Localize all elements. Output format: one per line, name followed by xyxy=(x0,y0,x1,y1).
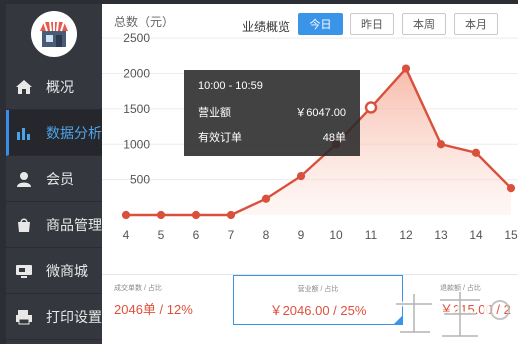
data-point xyxy=(156,210,166,220)
data-point xyxy=(121,210,131,220)
stat-order-count[interactable]: 成交单数 / 占比 2046单 / 12% xyxy=(114,275,224,327)
sidebar-item-label: 打印设置 xyxy=(46,308,102,325)
bar-chart-icon xyxy=(12,123,36,143)
overview-label: 业绩概览 xyxy=(242,20,291,34)
shopping-bag-icon xyxy=(12,215,36,235)
x-tick-label: 11 xyxy=(365,228,378,242)
sidebar-item-micro-mall[interactable]: 微商城 xyxy=(6,248,102,294)
chart-tooltip: 10:00 - 10:59 营业额 ￥6047.00 有效订单 48单 xyxy=(184,70,360,156)
printer-icon xyxy=(12,307,36,327)
tooltip-label: 营业额 xyxy=(198,107,231,119)
x-tick-label: 14 xyxy=(469,228,483,242)
sidebar-item-label: 概况 xyxy=(46,78,74,95)
tab-this-month[interactable]: 本月 xyxy=(454,13,498,35)
x-tick-label: 9 xyxy=(298,228,305,242)
stat-value: 2046单 / 12% xyxy=(114,302,193,317)
y-tick-label: 2000 xyxy=(123,67,150,81)
home-icon xyxy=(12,77,36,97)
y-tick-label: 1500 xyxy=(123,102,150,116)
sidebar-item-members[interactable]: 会员 xyxy=(6,156,102,202)
x-tick-label: 15 xyxy=(504,228,518,242)
x-tick-label: 7 xyxy=(228,228,235,242)
sidebar-item-label: 微商城 xyxy=(46,262,88,279)
y-tick-label: 500 xyxy=(130,173,150,187)
stat-value: ￥2046.00 / 25% xyxy=(269,303,367,318)
sidebar-item-label: 商品管理 xyxy=(46,216,102,233)
x-tick-label: 5 xyxy=(158,228,165,242)
logo-wrap xyxy=(6,4,102,64)
y-axis-title: 总数（元） xyxy=(114,15,175,29)
tooltip-label: 有效订单 xyxy=(198,132,242,144)
tooltip-row: 有效订单 48单 xyxy=(198,129,346,145)
tooltip-value: ￥6047.00 xyxy=(295,107,346,119)
tab-yesterday[interactable]: 昨日 xyxy=(350,13,394,35)
tab-today[interactable]: 今日 xyxy=(298,13,343,35)
stat-caption: 成交单数 / 占比 xyxy=(114,285,162,292)
data-point xyxy=(471,148,481,157)
sidebar-item-label: 数据分析 xyxy=(46,124,102,141)
sidebar-item-print-settings[interactable]: 打印设置 xyxy=(6,294,102,340)
tooltip-time-range: 10:00 - 10:59 xyxy=(198,80,263,92)
data-point xyxy=(191,210,201,220)
sidebar-nav: 概况 数据分析 会员 商品管理 微商城 打印设置 xyxy=(6,64,102,340)
x-tick-label: 13 xyxy=(434,228,448,242)
watermark-logo-icon xyxy=(396,292,517,339)
sidebar-item-overview[interactable]: 概况 xyxy=(6,64,102,110)
data-point xyxy=(261,194,271,203)
x-tick-label: 12 xyxy=(399,228,413,242)
x-tick-label: 4 xyxy=(123,228,130,242)
store-logo-icon[interactable] xyxy=(31,11,77,57)
tooltip-row: 营业额 ￥6047.00 xyxy=(198,104,346,120)
data-point xyxy=(364,101,378,114)
sidebar-item-data-analysis[interactable]: 数据分析 xyxy=(6,110,102,156)
sidebar-item-products[interactable]: 商品管理 xyxy=(6,202,102,248)
sidebar-item-label: 会员 xyxy=(46,170,74,187)
data-point xyxy=(226,210,236,220)
stat-caption: 营业额 / 占比 xyxy=(297,286,339,293)
data-point xyxy=(506,184,516,193)
chart-toolbar: 总数（元） 业绩概览 今日 昨日 本周 本月 xyxy=(102,4,518,44)
data-point xyxy=(436,140,446,149)
app-window: 概况 数据分析 会员 商品管理 微商城 打印设置 500 1000 1500 2… xyxy=(0,0,518,344)
data-point xyxy=(296,171,306,181)
store-screen-icon xyxy=(12,261,36,281)
y-tick-label: 1000 xyxy=(123,137,150,151)
sidebar: 概况 数据分析 会员 商品管理 微商城 打印设置 xyxy=(6,4,102,344)
x-tick-label: 10 xyxy=(329,228,343,242)
x-tick-label: 6 xyxy=(193,228,200,242)
tab-this-week[interactable]: 本周 xyxy=(402,13,446,35)
x-tick-label: 8 xyxy=(263,228,270,242)
tooltip-value: 48单 xyxy=(322,132,346,144)
person-icon xyxy=(12,169,36,189)
data-point xyxy=(401,64,411,73)
stat-revenue[interactable]: 营业额 / 占比 ￥2046.00 / 25% xyxy=(233,275,403,325)
